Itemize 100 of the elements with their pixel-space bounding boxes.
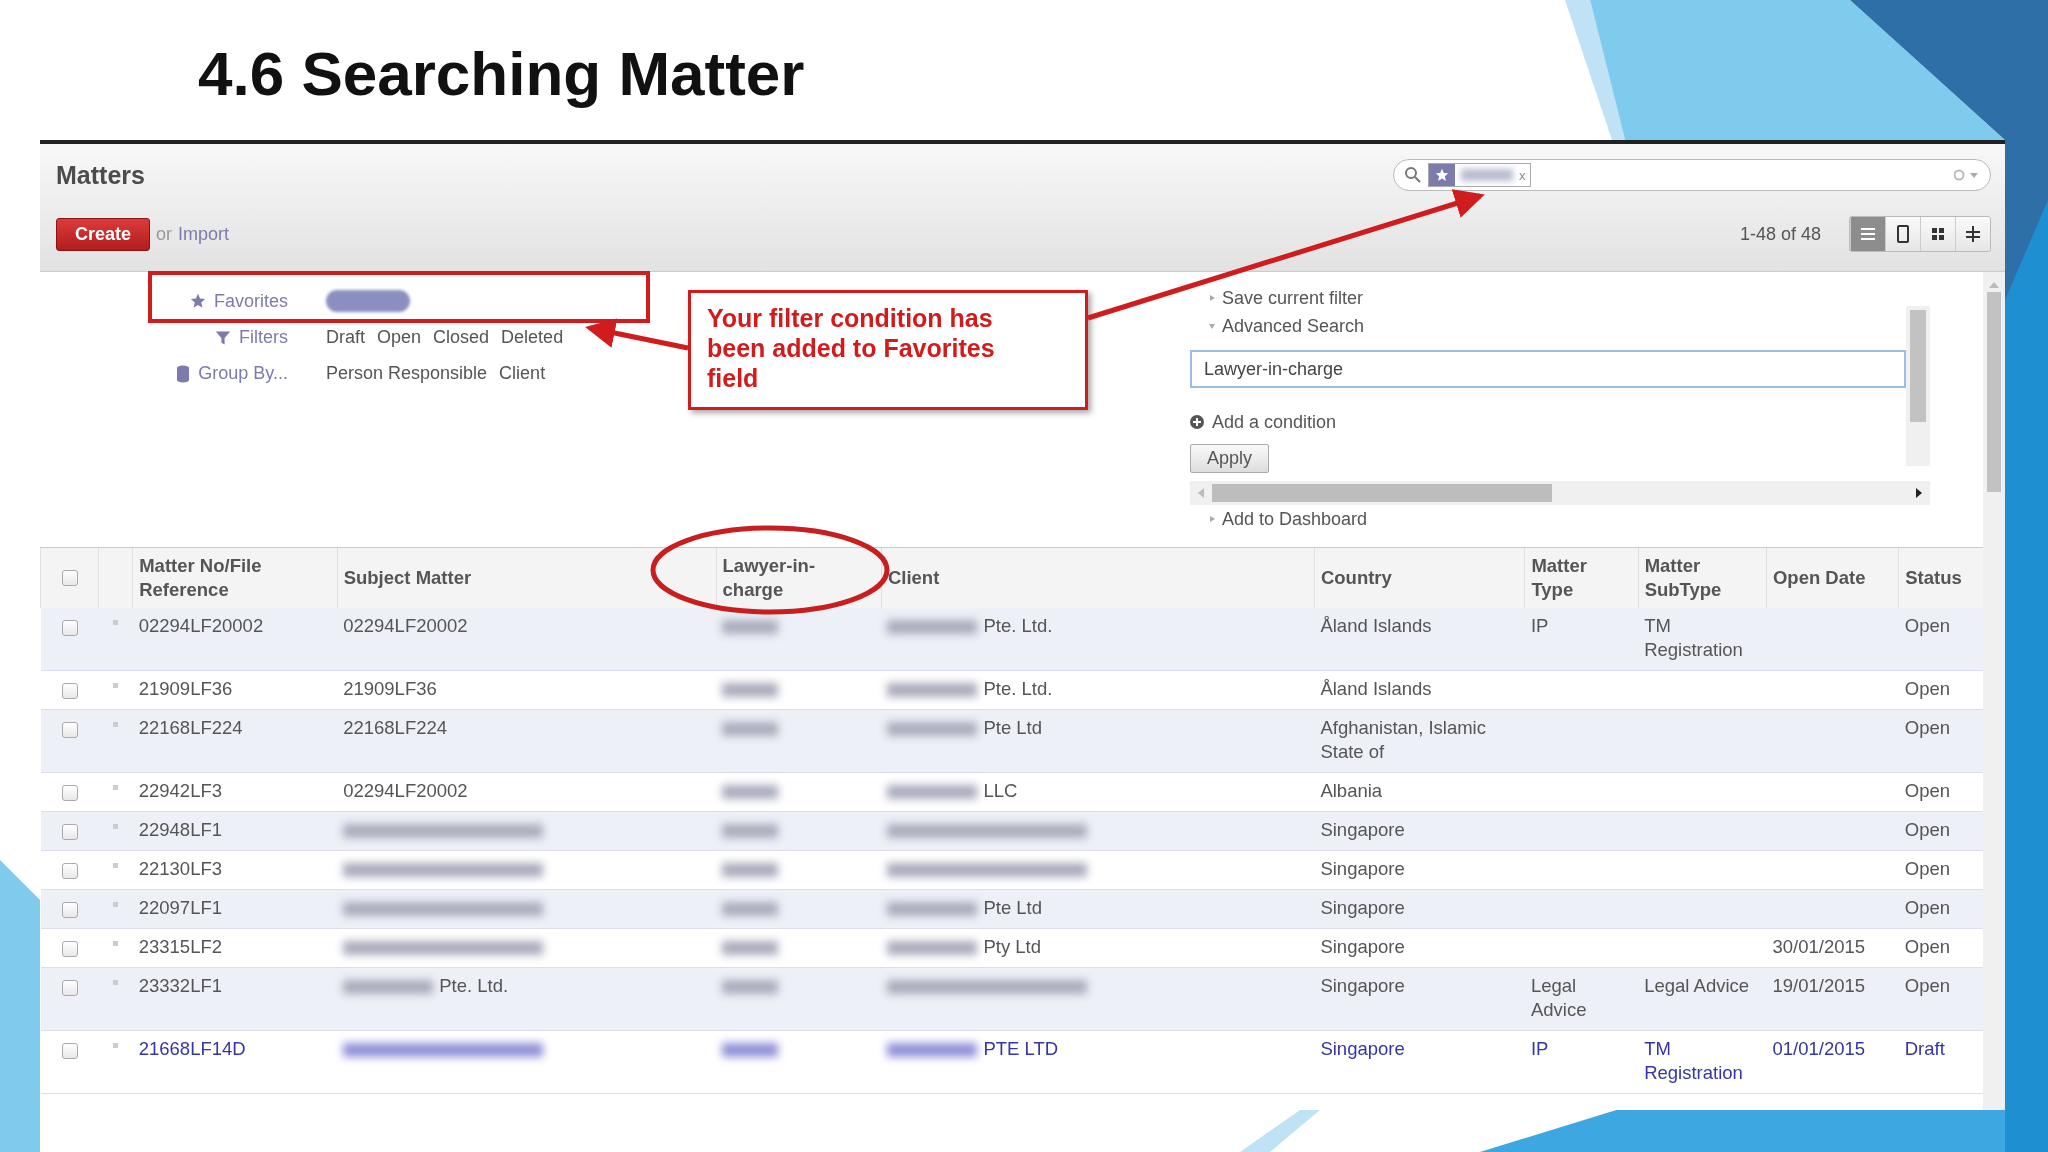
drag-handle-icon[interactable]: [113, 980, 119, 985]
table-cell: 23315LF2: [138, 936, 223, 957]
drag-handle-icon[interactable]: [113, 722, 119, 727]
add-to-dashboard-link[interactable]: Add to Dashboard: [1222, 508, 1368, 530]
drag-handle-icon[interactable]: [113, 620, 119, 625]
table-cell: Legal Advice: [1530, 975, 1587, 1020]
filter-option[interactable]: Draft: [326, 327, 365, 348]
drag-handle-icon[interactable]: [113, 683, 119, 688]
table-cell: Åland Islands: [1320, 615, 1432, 636]
table-cell: Åland Islands: [1320, 678, 1432, 699]
dropdown-icon[interactable]: [1954, 169, 1980, 181]
row-checkbox[interactable]: [61, 722, 78, 738]
view-switch-button[interactable]: [1885, 217, 1920, 251]
redaction-blur: [1461, 169, 1513, 181]
filter-option[interactable]: Closed: [433, 327, 490, 348]
table-cell: TM Registration: [1644, 615, 1743, 660]
table-cell: 22130LF3: [138, 858, 223, 879]
filter-option[interactable]: Deleted: [501, 327, 564, 348]
row-checkbox[interactable]: [61, 785, 78, 801]
table-cell: Pte. Ltd.: [439, 975, 509, 996]
search-field[interactable]: x: [1393, 159, 1991, 191]
redaction-blur: [722, 722, 779, 737]
row-checkbox[interactable]: [61, 1043, 78, 1059]
table-cell: Open: [1904, 936, 1950, 957]
table-cell: 22168LF224: [138, 717, 243, 738]
table-cell: Afghanistan, Islamic State of: [1320, 717, 1486, 762]
scrollbar[interactable]: [1906, 306, 1930, 466]
table-cell: 22942LF3: [138, 780, 223, 801]
redaction-blur: [722, 824, 779, 839]
facet-label: Group By...: [198, 363, 288, 384]
view-switch-button[interactable]: [1955, 217, 1990, 251]
drag-handle-icon[interactable]: [113, 785, 119, 790]
table-cell: 22097LF1: [138, 897, 223, 918]
condition-field[interactable]: Lawyer-in-charge: [1190, 350, 1906, 388]
table-cell: Open: [1904, 615, 1950, 636]
row-checkbox[interactable]: [61, 941, 78, 957]
table-cell: Draft: [1904, 1038, 1945, 1059]
filter-option[interactable]: Open: [377, 327, 422, 348]
scroll-up-icon[interactable]: [1989, 282, 1999, 288]
scroll-thumb[interactable]: [1212, 484, 1552, 502]
scrollbar[interactable]: [1983, 272, 2005, 1110]
database-icon: [176, 364, 191, 383]
view-switch-button[interactable]: [1850, 217, 1885, 251]
table-cell: Singapore: [1320, 819, 1405, 840]
table-cell: TM Registration: [1644, 1038, 1743, 1083]
add-condition-link[interactable]: Add a condition: [1212, 411, 1337, 433]
drag-handle-icon[interactable]: [113, 824, 119, 829]
row-checkbox[interactable]: [61, 683, 78, 699]
expand-arrow-icon: [1208, 515, 1216, 523]
drag-handle-icon[interactable]: [113, 863, 119, 868]
table-cell: 22948LF1: [138, 819, 223, 840]
redaction-blur: [722, 785, 779, 800]
row-checkbox[interactable]: [61, 620, 78, 636]
table-cell: Singapore: [1320, 897, 1405, 918]
group-by-option[interactable]: Client: [499, 363, 546, 384]
scroll-left-icon[interactable]: [1198, 488, 1204, 498]
row-checkbox[interactable]: [61, 902, 78, 918]
table-cell: Legal Advice: [1644, 975, 1750, 996]
table-cell: 02294LF20002: [343, 780, 468, 801]
scroll-thumb[interactable]: [1910, 310, 1926, 422]
select-all-checkbox[interactable]: [61, 570, 78, 586]
table-cell: 23332LF1: [138, 975, 223, 996]
view-switch-button[interactable]: [1920, 217, 1955, 251]
collapse-arrow-icon: [1208, 322, 1216, 330]
table-cell: 19/01/2015: [1772, 975, 1866, 996]
table-cell: 02294LF20002: [343, 615, 468, 636]
drag-handle-icon[interactable]: [113, 902, 119, 907]
create-button[interactable]: Create: [56, 217, 151, 251]
table-cell: Open: [1904, 717, 1950, 738]
scroll-thumb[interactable]: [1987, 292, 2001, 492]
table-cell: Singapore: [1320, 858, 1405, 879]
redaction-blur: [722, 902, 779, 917]
drag-handle-icon[interactable]: [113, 941, 119, 946]
scrollbar[interactable]: [1190, 481, 1930, 505]
save-filter-link[interactable]: Save current filter: [1222, 287, 1364, 309]
redaction-blur: [722, 863, 779, 878]
callout-text: Your filter condition has been added to Favorites field: [688, 290, 1088, 410]
page-title: Matters: [56, 160, 145, 190]
table-cell: Albania: [1320, 780, 1383, 801]
table-cell: Singapore: [1320, 936, 1405, 957]
group-by-option[interactable]: Person Responsible: [326, 363, 488, 384]
table-cell: Pte. Ltd.: [983, 615, 1053, 636]
row-checkbox[interactable]: [61, 863, 78, 879]
apply-button[interactable]: Apply: [1190, 444, 1270, 473]
table-cell: 21668LF14D: [138, 1038, 246, 1059]
funnel-icon: [215, 329, 231, 346]
plus-circle-icon: [1190, 415, 1204, 429]
favorite-chip[interactable]: [326, 290, 410, 312]
table-cell: Open: [1904, 819, 1950, 840]
drag-handle-icon[interactable]: [113, 1043, 119, 1048]
facet-label: Favorites: [213, 290, 288, 312]
table-cell: Open: [1904, 858, 1950, 879]
scroll-right-icon[interactable]: [1916, 488, 1922, 498]
search-facet[interactable]: x: [1428, 163, 1531, 187]
row-checkbox[interactable]: [61, 980, 78, 996]
row-checkbox[interactable]: [61, 824, 78, 840]
redaction-blur: [722, 620, 779, 635]
advanced-search-link[interactable]: Advanced Search: [1222, 315, 1365, 337]
or-label: or: [156, 223, 173, 245]
redaction-blur: [722, 1043, 779, 1058]
